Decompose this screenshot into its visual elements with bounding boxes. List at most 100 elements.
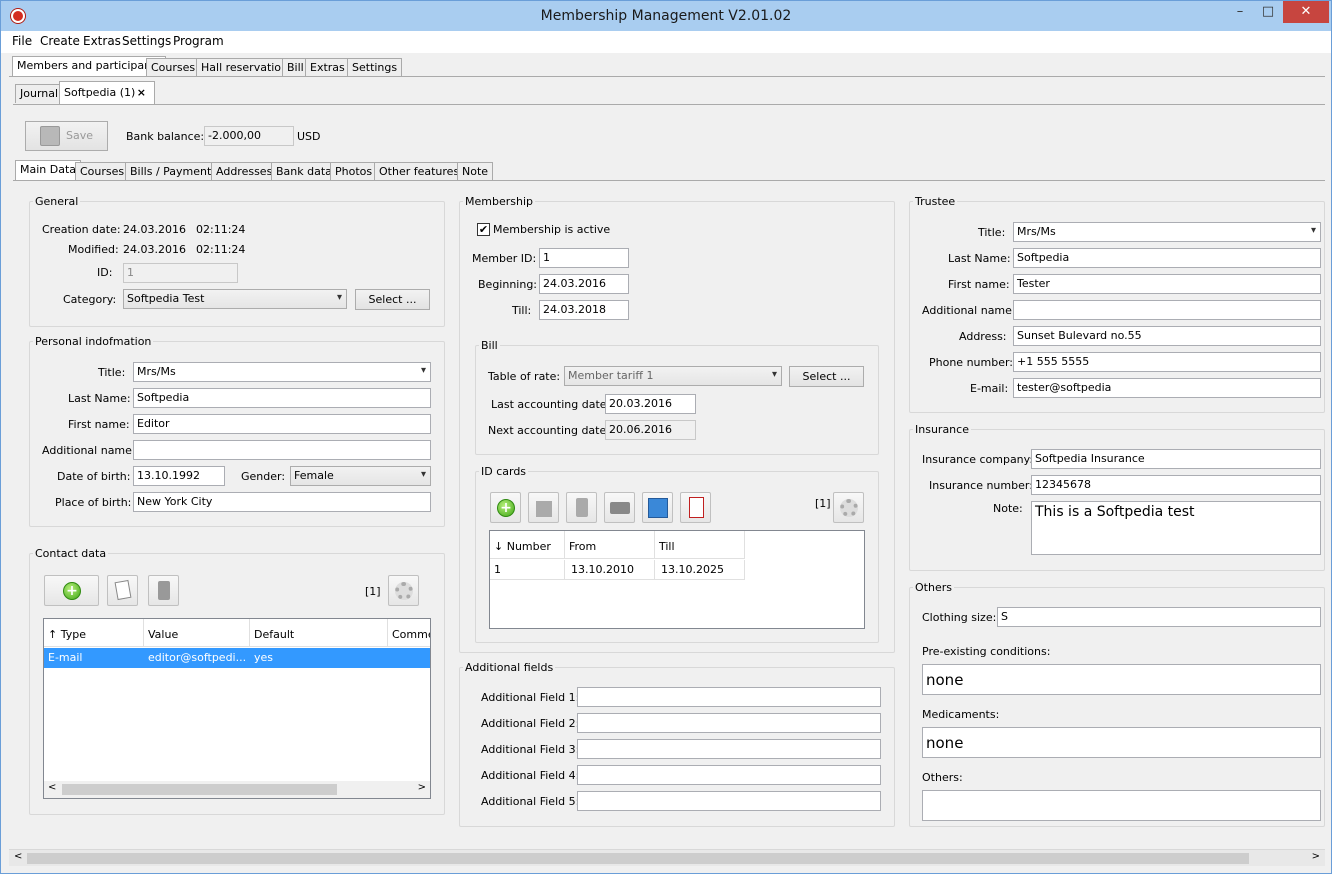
tab-note[interactable]: Note: [457, 162, 494, 181]
tab-settings[interactable]: Settings: [347, 58, 403, 77]
menu-create[interactable]: Create: [40, 34, 80, 48]
scroll-right-icon[interactable]: >: [418, 782, 426, 793]
close-tab-icon[interactable]: ×: [137, 82, 146, 104]
scroll-thumb[interactable]: [62, 784, 337, 795]
column-header-type[interactable]: ↑ Type: [44, 619, 144, 647]
additional-name-label: Additional name:: [42, 444, 136, 457]
column-header-comment[interactable]: Commen: [388, 619, 430, 647]
additional-name-field[interactable]: [133, 440, 431, 460]
trustee-first-name-field[interactable]: Tester: [1013, 274, 1321, 294]
close-button[interactable]: ✕: [1283, 1, 1329, 23]
maximize-button[interactable]: □: [1255, 1, 1281, 23]
delete-contact-button[interactable]: [148, 575, 179, 606]
table-of-rate-dropdown[interactable]: Member tariff 1 ▾: [564, 366, 782, 386]
menu-file[interactable]: File: [12, 34, 32, 48]
additional-field-5-input[interactable]: [577, 791, 881, 811]
trustee-address-label: Address:: [959, 330, 1007, 343]
table-row[interactable]: E-mail editor@softpedi... yes: [44, 648, 430, 668]
tab-bank-data[interactable]: Bank data: [271, 162, 337, 181]
place-of-birth-field[interactable]: New York City: [133, 492, 431, 512]
tab-hall-reservation[interactable]: Hall reservation: [196, 58, 294, 77]
member-id-field[interactable]: 1: [539, 248, 629, 268]
pre-existing-conditions-field[interactable]: none: [922, 664, 1321, 695]
cell-till: 13.10.2025: [655, 560, 745, 580]
tab-extras[interactable]: Extras: [305, 58, 350, 77]
tab-member-softpedia[interactable]: Softpedia (1) ×: [59, 81, 155, 105]
membership-active-checkbox[interactable]: ✔: [477, 223, 490, 236]
tab-courses[interactable]: Courses: [146, 58, 201, 77]
rate-select-button[interactable]: Select ...: [789, 366, 864, 387]
clothing-size-field[interactable]: S: [997, 607, 1321, 627]
insurance-number-field[interactable]: 12345678: [1031, 475, 1321, 495]
tab-detail-courses[interactable]: Courses: [75, 162, 130, 181]
save-disk-icon: [40, 126, 60, 146]
contact-count: [1]: [365, 585, 381, 598]
tab-bills-payments[interactable]: Bills / Payments: [125, 162, 223, 181]
trustee-address-field[interactable]: Sunset Bulevard no.55: [1013, 326, 1321, 346]
beginning-field[interactable]: 24.03.2016: [539, 274, 629, 294]
tab-photos[interactable]: Photos: [330, 162, 378, 181]
insurance-note-field[interactable]: This is a Softpedia test: [1031, 501, 1321, 555]
trustee-email-field[interactable]: tester@softpedia: [1013, 378, 1321, 398]
id-label: ID:: [97, 266, 113, 279]
column-header-value[interactable]: Value: [144, 619, 250, 647]
additional-field-3-input[interactable]: [577, 739, 881, 759]
menu-extras[interactable]: Extras: [83, 34, 121, 48]
add-id-card-button[interactable]: +: [490, 492, 521, 523]
trustee-title-dropdown[interactable]: Mrs/Ms ▾: [1013, 222, 1321, 242]
till-field[interactable]: 24.03.2018: [539, 300, 629, 320]
scroll-left-icon[interactable]: <: [14, 851, 22, 862]
scroll-thumb[interactable]: [27, 853, 1249, 864]
medicaments-field[interactable]: none: [922, 727, 1321, 758]
column-header-default[interactable]: Default: [250, 619, 388, 647]
column-header-till[interactable]: Till: [655, 531, 745, 559]
table-of-rate-value: Member tariff 1: [568, 369, 654, 382]
trustee-last-name-field[interactable]: Softpedia: [1013, 248, 1321, 268]
additional-field-2-input[interactable]: [577, 713, 881, 733]
last-name-field[interactable]: Softpedia: [133, 388, 431, 408]
date-of-birth-field[interactable]: 13.10.1992: [133, 466, 225, 486]
delete-id-card-button[interactable]: [566, 492, 597, 523]
tab-members-and-participants[interactable]: Members and participants: [12, 56, 167, 77]
pdf-id-card-button[interactable]: [680, 492, 711, 523]
print-id-card-button[interactable]: [604, 492, 635, 523]
tab-journal[interactable]: Journal: [15, 84, 64, 103]
trustee-additional-name-field[interactable]: [1013, 300, 1321, 320]
contact-horizontal-scrollbar[interactable]: < >: [44, 781, 430, 798]
column-header-number[interactable]: ↓ Number: [490, 531, 565, 559]
gear-icon: [395, 582, 413, 600]
minimize-button[interactable]: –: [1227, 1, 1253, 23]
main-horizontal-scrollbar[interactable]: < >: [9, 849, 1325, 866]
last-accounting-field[interactable]: 20.03.2016: [605, 394, 696, 414]
additional-field-1-input[interactable]: [577, 687, 881, 707]
insurance-company-field[interactable]: Softpedia Insurance: [1031, 449, 1321, 469]
tab-main-data[interactable]: Main Data: [15, 160, 82, 181]
contact-table: ↑ Type Value Default Commen E-mail edito…: [43, 618, 431, 799]
add-contact-button[interactable]: +: [44, 575, 99, 606]
export-id-card-button[interactable]: [642, 492, 673, 523]
category-select-button[interactable]: Select ...: [355, 289, 430, 310]
contact-title: Contact data: [33, 547, 109, 560]
contact-settings-button[interactable]: [388, 575, 419, 606]
save-button[interactable]: Save: [25, 121, 108, 151]
additional-field-4-input[interactable]: [577, 765, 881, 785]
column-header-from[interactable]: From: [565, 531, 655, 559]
scroll-right-icon[interactable]: >: [1312, 851, 1320, 862]
modified-date-value: 24.03.2016: [123, 243, 186, 256]
table-row[interactable]: 1 13.10.2010 13.10.2025: [490, 560, 745, 580]
id-cards-settings-button[interactable]: [833, 492, 864, 523]
personal-title-dropdown[interactable]: Mrs/Ms ▾: [133, 362, 431, 382]
scroll-left-icon[interactable]: <: [48, 782, 56, 793]
category-dropdown[interactable]: Softpedia Test ▾: [123, 289, 347, 309]
first-name-field[interactable]: Editor: [133, 414, 431, 434]
others-field[interactable]: [922, 790, 1321, 821]
cell-value: editor@softpedi...: [144, 648, 250, 668]
tab-other-features[interactable]: Other features: [374, 162, 465, 181]
menu-settings[interactable]: Settings: [122, 34, 171, 48]
trustee-phone-field[interactable]: +1 555 5555: [1013, 352, 1321, 372]
tab-addresses[interactable]: Addresses: [211, 162, 278, 181]
menu-program[interactable]: Program: [173, 34, 224, 48]
edit-id-card-button[interactable]: [528, 492, 559, 523]
edit-contact-button[interactable]: [107, 575, 138, 606]
gender-dropdown[interactable]: Female ▾: [290, 466, 431, 486]
